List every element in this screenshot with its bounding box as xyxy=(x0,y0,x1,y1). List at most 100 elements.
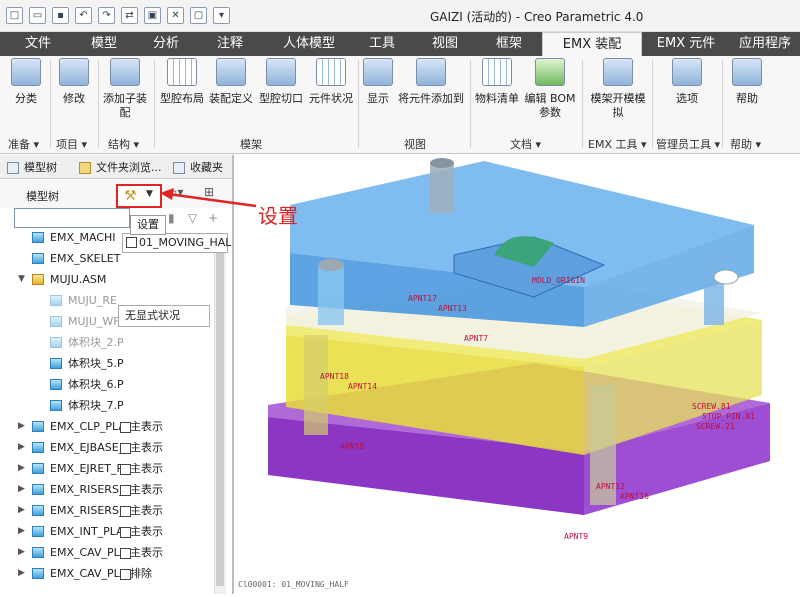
tree-search-input[interactable] xyxy=(14,208,130,228)
cavity-cut-button[interactable]: 型腔切口 xyxy=(256,58,306,106)
tree-row[interactable]: 体积块_7.P xyxy=(0,395,214,416)
expand-icon[interactable]: ▶ xyxy=(18,416,25,437)
tree-row-label: MUJU.ASM xyxy=(50,273,107,286)
point-label: APNT18 xyxy=(320,372,349,381)
title-bar: □ ▭ ▪ ↶ ↷ ⇄ ▣ ✕ ▢ ▾ GAIZI (活动的) - Creo P… xyxy=(0,0,800,32)
expand-icon[interactable]: ▶ xyxy=(18,479,25,500)
expand-icon[interactable]: ▶ xyxy=(18,542,25,563)
folder-icon xyxy=(79,162,91,174)
point-label: APNT9 xyxy=(564,532,588,541)
tree-row[interactable]: ▼ MUJU.ASM xyxy=(0,269,214,290)
mold-open-sim-button[interactable]: 模架开模模拟 xyxy=(586,58,650,120)
assembly-definition-button[interactable]: 装配定义 xyxy=(206,58,256,106)
tab-tools[interactable]: 工具 xyxy=(356,32,408,56)
settings-button[interactable]: ⚒ ▼ xyxy=(116,184,162,208)
tab-view[interactable]: 视图 xyxy=(418,32,472,56)
tree-row[interactable]: 体积块_5.P xyxy=(0,353,214,374)
save-icon[interactable]: ▪ xyxy=(52,7,69,24)
tab-applications[interactable]: 应用程序 xyxy=(730,32,800,56)
bom-button[interactable]: 物料清单 xyxy=(472,58,522,106)
tree-row-label: EMX_RISERS_ xyxy=(50,504,125,517)
tab-file[interactable]: 文件 xyxy=(8,32,68,56)
group-admin-tools[interactable]: 管理员工具 ▾ xyxy=(656,136,720,152)
guide-pillar xyxy=(318,265,344,325)
add-component-to-button[interactable]: 将元件添加到 xyxy=(396,58,466,106)
tree-row[interactable]: ▶ EMX_RISERS_ 主表示 xyxy=(0,479,214,500)
options-button[interactable]: 选项 xyxy=(656,58,718,106)
group-emx-tools[interactable]: EMX 工具 ▾ xyxy=(588,136,647,152)
graphics-viewport[interactable]: APNT17 APNT13 APNT7 APNT18 APNT14 APNT8 … xyxy=(234,155,800,594)
wrench-icon: ⚒ xyxy=(124,188,137,204)
group-document[interactable]: 文档 ▾ xyxy=(510,136,541,152)
group-divider xyxy=(358,60,359,148)
new-file-icon[interactable]: □ xyxy=(6,7,23,24)
tree-row-label: EMX_EJBASE_ xyxy=(50,441,125,454)
tree-row[interactable]: ▶ EMX_CLP_PLA 主表示 xyxy=(0,416,214,437)
point-label: APNT12 xyxy=(596,482,625,491)
tree-row-label: EMX_MACHI xyxy=(50,231,116,244)
modify-button[interactable]: 修改 xyxy=(52,58,96,106)
open-file-icon[interactable]: ▭ xyxy=(29,7,46,24)
display-button[interactable]: 显示 xyxy=(360,58,396,106)
tree-row[interactable]: ▶ EMX_EJBASE_ 主表示 xyxy=(0,437,214,458)
tab-analysis[interactable]: 分析 xyxy=(140,32,192,56)
guide-pillar xyxy=(430,163,454,213)
display-icon[interactable]: ▢ xyxy=(190,7,207,24)
tab-favorites[interactable]: 收藏夹 xyxy=(168,158,223,178)
cavity-layout-button[interactable]: 型腔布局 xyxy=(158,58,206,106)
customize-dropdown-icon[interactable]: ▾ xyxy=(213,7,230,24)
tab-emx-component[interactable]: EMX 元件 xyxy=(648,32,724,56)
bom-icon xyxy=(482,58,512,86)
settings-tooltip: 设置 xyxy=(130,215,166,235)
classify-button[interactable]: 分类 xyxy=(4,58,48,106)
add-subassembly-button[interactable]: 添加子装配 xyxy=(100,58,150,120)
help-icon xyxy=(732,58,762,86)
tree-row[interactable]: ▶ EMX_CAV_PL 排除 xyxy=(0,563,214,584)
tab-frame[interactable]: 框架 xyxy=(482,32,536,56)
tree-scrollbar-thumb[interactable] xyxy=(216,246,224,586)
group-project[interactable]: 项目 ▾ xyxy=(56,136,87,152)
representation-tag: 主表示 xyxy=(120,479,163,500)
expand-icon[interactable]: ▶ xyxy=(18,500,25,521)
tab-manikin[interactable]: 人体模型 xyxy=(266,32,352,56)
tree-row[interactable]: 体积块_2.P xyxy=(0,332,214,353)
tree-row[interactable]: 体积块_6.P xyxy=(0,374,214,395)
tree-row[interactable]: ▶ EMX_RISERS_ 主表示 xyxy=(0,500,214,521)
tab-annotate[interactable]: 注释 xyxy=(204,32,256,56)
cavity-layout-label: 型腔布局 xyxy=(160,92,204,105)
modify-icon xyxy=(59,58,89,86)
group-help[interactable]: 帮助 ▾ xyxy=(730,136,761,152)
guide-pillar-top xyxy=(430,158,454,168)
close-window-icon[interactable]: ✕ xyxy=(167,7,184,24)
tab-folder-browser[interactable]: 文件夹浏览... xyxy=(74,158,162,178)
collapse-icon[interactable]: ▼ xyxy=(18,269,25,290)
ribbon: 分类 修改 添加子装配 型腔布局 装配定义 型腔切口 元件状况 显示 将元件添加… xyxy=(0,56,800,154)
expand-icon[interactable]: ▶ xyxy=(18,563,25,584)
component-status-button[interactable]: 元件状况 xyxy=(306,58,356,106)
tab-model-tree[interactable]: 模型树 xyxy=(2,158,57,178)
help-button[interactable]: 帮助 xyxy=(726,58,768,106)
expand-icon[interactable]: ▶ xyxy=(18,437,25,458)
options-label: 选项 xyxy=(676,92,698,105)
tree-row[interactable]: ▶ EMX_EJRET_P 主表示 xyxy=(0,458,214,479)
moving-half-item[interactable]: 01_MOVING_HAL xyxy=(122,233,231,253)
point-label: APNT8 xyxy=(340,442,364,451)
expand-icon[interactable]: ▶ xyxy=(18,521,25,542)
tab-emx-assembly[interactable]: EMX 装配 xyxy=(542,32,642,56)
redo-icon[interactable]: ↷ xyxy=(98,7,115,24)
windows-icon[interactable]: ▣ xyxy=(144,7,161,24)
edit-bom-params-button[interactable]: 编辑 BOM 参数 xyxy=(522,58,578,120)
representation-tag: 主表示 xyxy=(120,500,163,521)
tab-model[interactable]: 模型 xyxy=(78,32,130,56)
part-icon xyxy=(32,232,44,243)
tree-row[interactable]: ▶ EMX_CAV_PLA 主表示 xyxy=(0,542,214,563)
undo-icon[interactable]: ↶ xyxy=(75,7,92,24)
tree-row-label: EMX_SKELET xyxy=(50,252,121,265)
tree-row[interactable]: ▶ EMX_INT_PLA 主表示 xyxy=(0,521,214,542)
group-structure[interactable]: 结构 ▾ xyxy=(108,136,139,152)
expand-icon[interactable]: ▶ xyxy=(18,458,25,479)
point-label: STOP_PIN.81 xyxy=(702,412,755,421)
tree-row-label: EMX_CLP_PLA xyxy=(50,420,126,433)
regenerate-icon[interactable]: ⇄ xyxy=(121,7,138,24)
group-prepare[interactable]: 准备 ▾ xyxy=(8,136,39,152)
